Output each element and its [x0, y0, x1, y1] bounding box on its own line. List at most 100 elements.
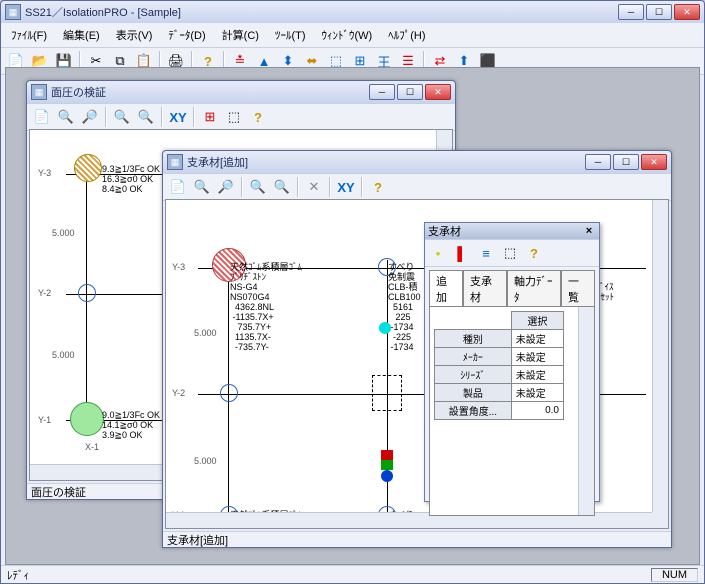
table-row: ｼﾘｰｽﾞ未設定 [435, 366, 564, 384]
menu-calc[interactable]: 計算(C) [216, 25, 265, 45]
zoom-region-icon[interactable]: 🔍 [135, 106, 157, 128]
y1-label: Y-1 [38, 415, 51, 425]
xy-icon[interactable]: XY [167, 106, 189, 128]
panel-tabs: 追加 支承材 軸力ﾃﾞｰﾀ 一覧 [425, 267, 599, 306]
close-button[interactable]: ✕ [425, 84, 451, 100]
panel-toolbar: • ▌ ≡ ⬚ ? [425, 239, 599, 267]
doc-icon: ▦ [167, 154, 183, 170]
main-title: SS21／IsolationPRO - [Sample] [25, 4, 616, 20]
delete-icon[interactable]: ✕ [303, 176, 325, 198]
cell-value[interactable]: 未設定 [511, 348, 563, 366]
node-hatched-1 [74, 154, 102, 182]
bearing-properties-panel[interactable]: 支承材 × • ▌ ≡ ⬚ ? 追加 支承材 軸力ﾃﾞｰﾀ 一覧 選択 種別未設… [424, 222, 600, 502]
pressure-title: 面圧の検証 [51, 84, 367, 100]
close-button[interactable]: ✕ [641, 154, 667, 170]
maximize-button[interactable]: ☐ [397, 84, 423, 100]
panel-body: 選択 種別未設定 ﾒｰｶｰ未設定 ｼﾘｰｽﾞ未設定 製品未設定 設置角度...0… [429, 306, 595, 516]
col-select: 選択 [511, 312, 563, 330]
yval1: 5.000 [52, 228, 75, 238]
pressure-titlebar[interactable]: ▦ 面圧の検証 ─ ☐ ✕ [27, 81, 455, 103]
tab-list[interactable]: 一覧 [561, 270, 595, 307]
zoom-region-icon[interactable]: 🔍 [271, 176, 293, 198]
y3-label: Y-3 [38, 168, 51, 178]
y2-label: Y-2 [38, 288, 51, 298]
menu-window[interactable]: ｳｨﾝﾄﾞｳ(W) [316, 25, 379, 45]
yval2: 5.000 [194, 456, 217, 466]
zoom-fit-icon[interactable]: 🔍 [111, 106, 133, 128]
maximize-button[interactable]: ☐ [613, 154, 639, 170]
panel-red-icon[interactable]: ▌ [451, 242, 473, 264]
zoom-fit-icon[interactable]: 🔍 [247, 176, 269, 198]
yval2: 5.000 [52, 350, 75, 360]
panel-titlebar[interactable]: 支承材 × [425, 223, 599, 239]
panel-bars-icon[interactable]: ⬚ [499, 242, 521, 264]
y2-label: Y-2 [172, 388, 185, 398]
main-menubar: ﾌｧｲﾙ(F) 編集(E) 表示(V) ﾃﾞｰﾀ(D) 計算(C) ﾂｰﾙ(T)… [1, 23, 704, 47]
yval1: 5.000 [194, 328, 217, 338]
zoom-in-icon[interactable]: 🔍 [191, 176, 213, 198]
menu-view[interactable]: 表示(V) [110, 25, 159, 45]
xy-icon[interactable]: XY [335, 176, 357, 198]
maximize-button[interactable]: ☐ [646, 4, 672, 20]
menu-tool[interactable]: ﾂｰﾙ(T) [269, 25, 312, 45]
table-row: 種別未設定 [435, 330, 564, 348]
panel-help-icon[interactable]: ? [523, 242, 545, 264]
config1-icon[interactable]: ⊞ [199, 106, 221, 128]
bearing-status: 支承材[追加] [163, 531, 671, 547]
cell-value[interactable]: 未設定 [511, 366, 563, 384]
node-circle-1 [78, 284, 96, 302]
main-statusbar: ﾚﾃﾞｨ NUM [1, 565, 704, 583]
green-square [381, 460, 393, 470]
close-button[interactable]: ✕ [674, 4, 700, 20]
app-icon: ▦ [5, 4, 21, 20]
status-num: NUM [651, 568, 698, 582]
node-circle-2 [220, 384, 238, 402]
y3-label: Y-3 [172, 262, 185, 272]
x1-label: X-1 [85, 442, 99, 452]
panel-blue-icon[interactable]: ≡ [475, 242, 497, 264]
minimize-button[interactable]: ─ [369, 84, 395, 100]
menu-data[interactable]: ﾃﾞｰﾀ(D) [162, 25, 211, 45]
menu-edit[interactable]: 編集(E) [57, 25, 106, 45]
panel-tool1-icon[interactable]: • [427, 242, 449, 264]
panel-title: 支承材 [428, 223, 461, 239]
red-square [381, 450, 393, 460]
zoom-in-icon[interactable]: 🔍 [55, 106, 77, 128]
page-icon[interactable]: 📄 [167, 176, 189, 198]
minimize-button[interactable]: ─ [618, 4, 644, 20]
bearing-toolbar: 📄 🔍 🔎 🔍 🔍 ✕ XY ? [163, 173, 671, 201]
node-green [70, 402, 104, 436]
help-icon[interactable]: ? [247, 106, 269, 128]
menu-file[interactable]: ﾌｧｲﾙ(F) [5, 25, 53, 45]
cell-value[interactable]: 0.0 [511, 402, 563, 420]
main-titlebar[interactable]: ▦ SS21／IsolationPRO - [Sample] ─ ☐ ✕ [1, 1, 704, 23]
cell-value[interactable]: 未設定 [511, 330, 563, 348]
status-text: ﾚﾃﾞｨ [7, 567, 29, 583]
tab-add[interactable]: 追加 [429, 270, 463, 307]
table-row: 設置角度...0.0 [435, 402, 564, 420]
minimize-button[interactable]: ─ [585, 154, 611, 170]
selection-box[interactable] [372, 375, 402, 411]
page-icon[interactable]: 📄 [31, 106, 53, 128]
cell-value[interactable]: 未設定 [511, 384, 563, 402]
table-row: 製品未設定 [435, 384, 564, 402]
nodeA-text: 天然ｺﾞﾑ系積層ｺﾞﾑ ﾌﾞﾘﾁﾞｽﾄﾝ NS-G4 NS070G4 4362.… [230, 262, 302, 352]
panel-scroll-v[interactable] [578, 307, 594, 515]
node2-text: 9.0≧1/3Fc OK 14.1≧σ0 OK 3.9≧0 OK [102, 410, 160, 440]
tab-axial[interactable]: 軸力ﾃﾞｰﾀ [507, 270, 561, 307]
menu-help[interactable]: ﾍﾙﾌﾟ(H) [382, 25, 431, 45]
tab-bearing[interactable]: 支承材 [463, 270, 507, 307]
blue-dot [381, 470, 393, 482]
pressure-toolbar: 📄 🔍 🔎 🔍 🔍 XY ⊞ ⬚ ? [27, 103, 455, 131]
doc-icon: ▦ [31, 84, 47, 100]
config2-icon[interactable]: ⬚ [223, 106, 245, 128]
bearing-titlebar[interactable]: ▦ 支承材[追加] ─ ☐ ✕ [163, 151, 671, 173]
zoom-out-icon[interactable]: 🔎 [79, 106, 101, 128]
zoom-out-icon[interactable]: 🔎 [215, 176, 237, 198]
node1-text: 9.3≧1/3Fc OK 16.3≧σ0 OK 8.4≧0 OK [102, 164, 160, 194]
help-icon[interactable]: ? [367, 176, 389, 198]
close-icon[interactable]: × [582, 225, 596, 237]
scrollbar-v[interactable] [652, 200, 668, 512]
properties-table: 選択 種別未設定 ﾒｰｶｰ未設定 ｼﾘｰｽﾞ未設定 製品未設定 設置角度...0… [434, 311, 564, 420]
bearing-title: 支承材[追加] [187, 154, 583, 170]
